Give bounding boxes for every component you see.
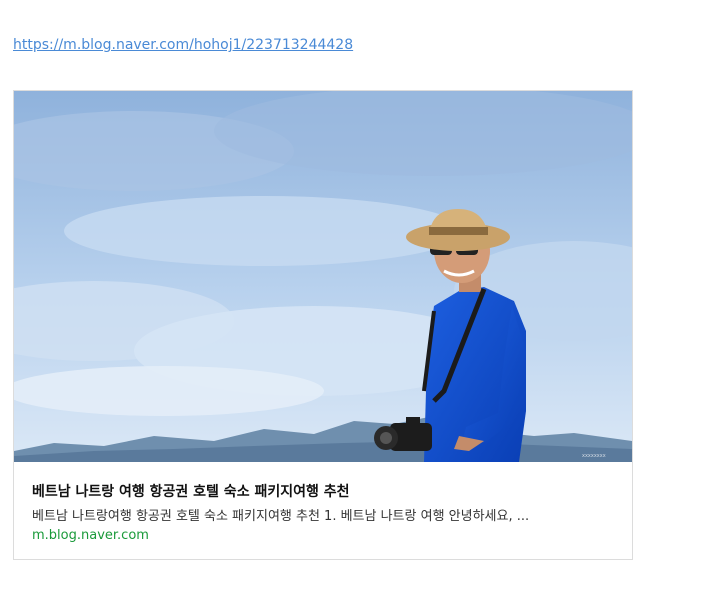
preview-title[interactable]: 베트남 나트랑 여행 항공권 호텔 숙소 패키지여행 추천 [32,481,349,501]
preview-info: 베트남 나트랑 여행 항공권 호텔 숙소 패키지여행 추천 베트남 나트랑여행 … [14,462,632,559]
blog-link-url[interactable]: https://m.blog.naver.com/hohoj1/22371324… [13,37,353,53]
preview-thumbnail[interactable]: xxxxxxxx [14,91,632,462]
link-preview-card[interactable]: xxxxxxxx 베트남 나트랑 여행 항공권 호텔 숙소 패키지여행 추천 베… [13,90,633,560]
preview-description: 베트남 나트랑여행 항공권 호텔 숙소 패키지여행 추천 1. 베트남 나트랑 … [32,509,530,524]
svg-text:xxxxxxxx: xxxxxxxx [582,453,606,459]
preview-domain: m.blog.naver.com [32,528,149,543]
preview-photo-image: xxxxxxxx [14,91,632,462]
